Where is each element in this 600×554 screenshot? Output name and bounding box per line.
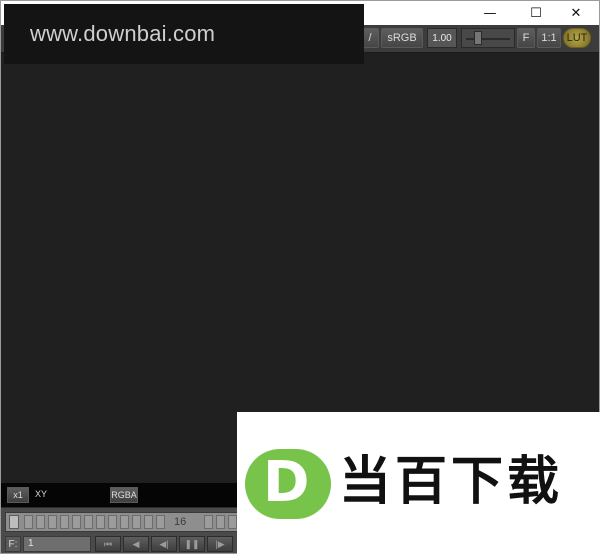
timeline-tick [144,515,153,529]
timeline-tick [120,515,129,529]
timeline-tick [36,515,45,529]
brand-logo-icon: D [245,449,331,519]
play-backward-button[interactable]: ◀ [123,536,149,552]
slider-handle[interactable] [474,31,482,45]
timeline-tick [228,515,237,529]
lut-button[interactable]: LUT [563,28,591,48]
channels-button[interactable]: RGBA [110,487,138,503]
timeline-tick [48,515,57,529]
pause-button[interactable]: ❚❚ [179,536,205,552]
ad-brand-text: 当百下载 [339,452,564,512]
timeline-tick [216,515,225,529]
f-button[interactable]: F [517,28,535,48]
gain-field[interactable]: 1.00 [427,28,457,48]
minimize-button[interactable]: — [467,1,513,25]
gain-slider[interactable] [461,28,515,48]
logo-letter: D [263,450,310,515]
watermark-banner: www.downbai.com [4,4,364,64]
timeline-tick [72,515,81,529]
step-forward-button[interactable]: |▶ [207,536,233,552]
scrubber-handle[interactable] [9,515,19,529]
timeline-tick [156,515,165,529]
timeline-tick [204,515,213,529]
coords-readout: XY [35,489,48,499]
frame-label: F: [5,536,21,552]
close-button[interactable]: ✕ [553,1,599,25]
zoom-level-button[interactable]: x1 [7,487,29,503]
frame-input[interactable]: 1 [23,536,91,552]
timeline-tick [60,515,69,529]
ad-overlay: D 当百下载 [237,412,600,554]
zoom-ratio-button[interactable]: 1:1 [537,28,561,48]
timeline-tick [132,515,141,529]
first-frame-button[interactable]: ⏮ [95,536,121,552]
timeline-frame-label: 16 [174,516,187,528]
step-back-button[interactable]: ◀| [151,536,177,552]
watermark-text: www.downbai.com [30,21,216,46]
timeline-tick [24,515,33,529]
colorspace-dropdown[interactable]: sRGB [381,28,423,48]
slider-track [466,38,510,40]
timeline-tick [96,515,105,529]
timeline-tick [108,515,117,529]
timeline-tick [84,515,93,529]
